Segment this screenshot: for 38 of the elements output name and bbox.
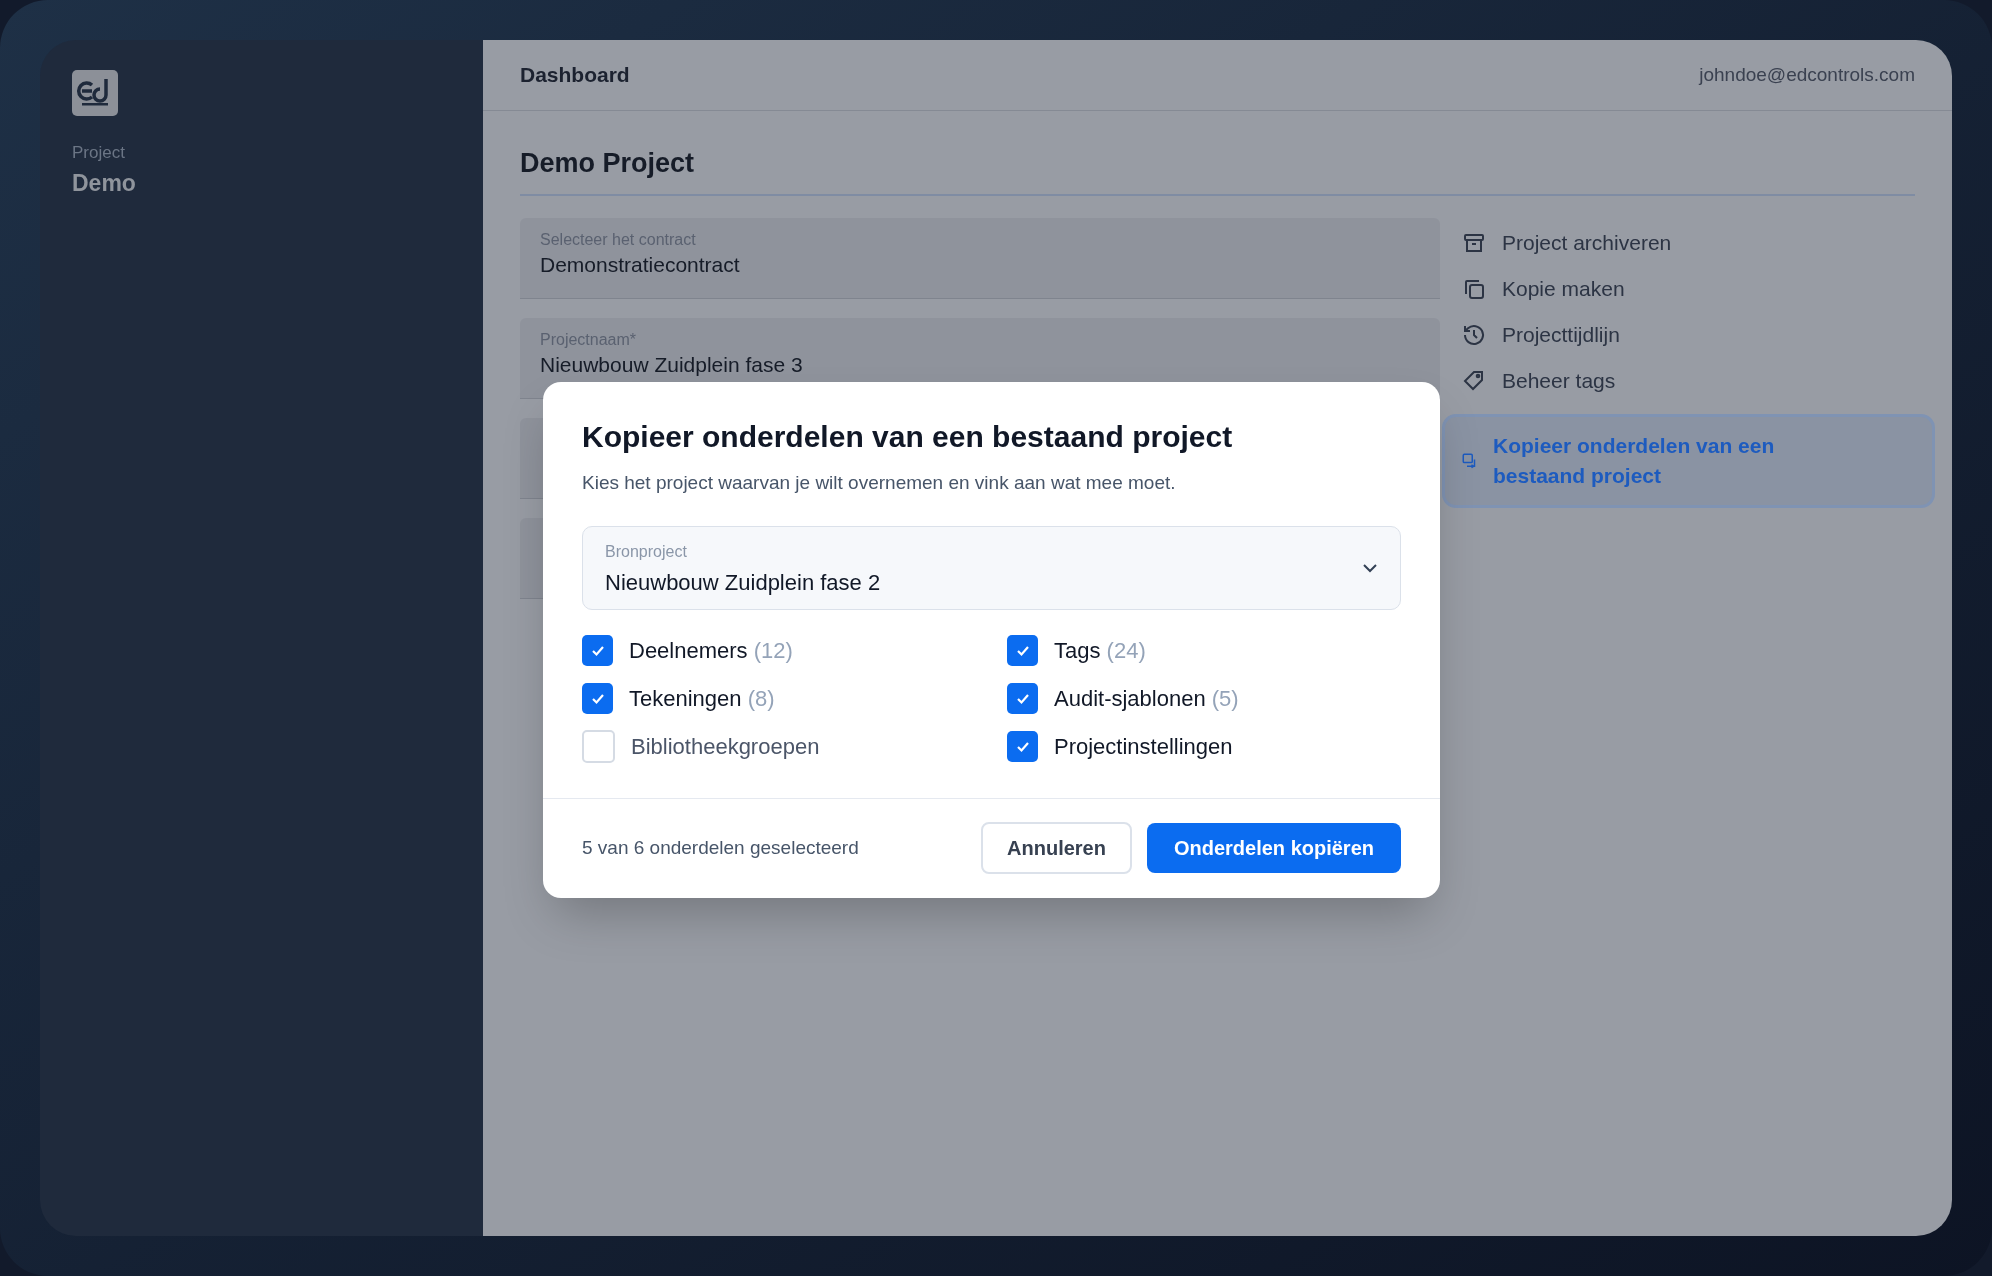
action-item[interactable]: Projecttijdlijn [1462,311,1915,358]
dialog-title: Kopieer onderdelen van een bestaand project [582,419,1234,455]
checkbox-label: Tekeningen (8) [629,685,775,713]
checkbox[interactable] [582,683,613,714]
project-label: Project [72,142,126,164]
checkbox[interactable] [582,635,613,666]
header-title: Dashboard [520,62,630,89]
logo-icon [72,70,118,116]
dialog-subtitle: Kies het project waarvan je wilt overnemen en vink aan wat mee moet. [582,471,1177,495]
checkbox[interactable] [582,730,615,763]
check-icon [1015,740,1030,753]
checkbox-label: Deelnemers (12) [629,637,793,665]
field-label: Bronproject [605,541,688,562]
checkbox-label: Tags (24) [1054,637,1146,665]
action-item[interactable]: Kopie maken [1462,265,1915,312]
history-icon [1462,322,1486,347]
checkbox[interactable] [1007,635,1038,666]
check-icon [590,692,605,705]
copy-button[interactable]: Onderdelen kopiëren [1146,823,1401,873]
checkbox-label: Audit-sjablonen (5) [1054,685,1239,713]
page-title: Demo Project [520,147,696,180]
checkbox[interactable] [1007,731,1038,762]
action-item[interactable]: Beheer tags [1462,357,1915,404]
selection-summary: 5 van 6 onderdelen geselecteerd [582,835,860,860]
check-icon [1015,644,1030,657]
check-icon [590,644,605,657]
project-name: Demo [72,168,137,198]
checkbox-label: Bibliotheekgroepen [631,733,820,761]
checkbox[interactable] [1007,683,1038,714]
user-email[interactable]: johndoe@edcontrols.com [1699,60,1915,90]
chevron-down-icon [1362,563,1378,573]
check-icon [1015,692,1030,705]
action-item[interactable]: Project archiveren [1462,219,1915,266]
checkbox-label: Projectinstellingen [1054,733,1233,761]
tag-icon [1462,368,1486,393]
select-field[interactable]: Bronproject Nieuwbouw Zuidplein fase 2 [582,525,1401,610]
field-value: Nieuwbouw Zuidplein fase 2 [605,568,881,597]
cancel-button[interactable]: Annuleren [981,822,1132,874]
